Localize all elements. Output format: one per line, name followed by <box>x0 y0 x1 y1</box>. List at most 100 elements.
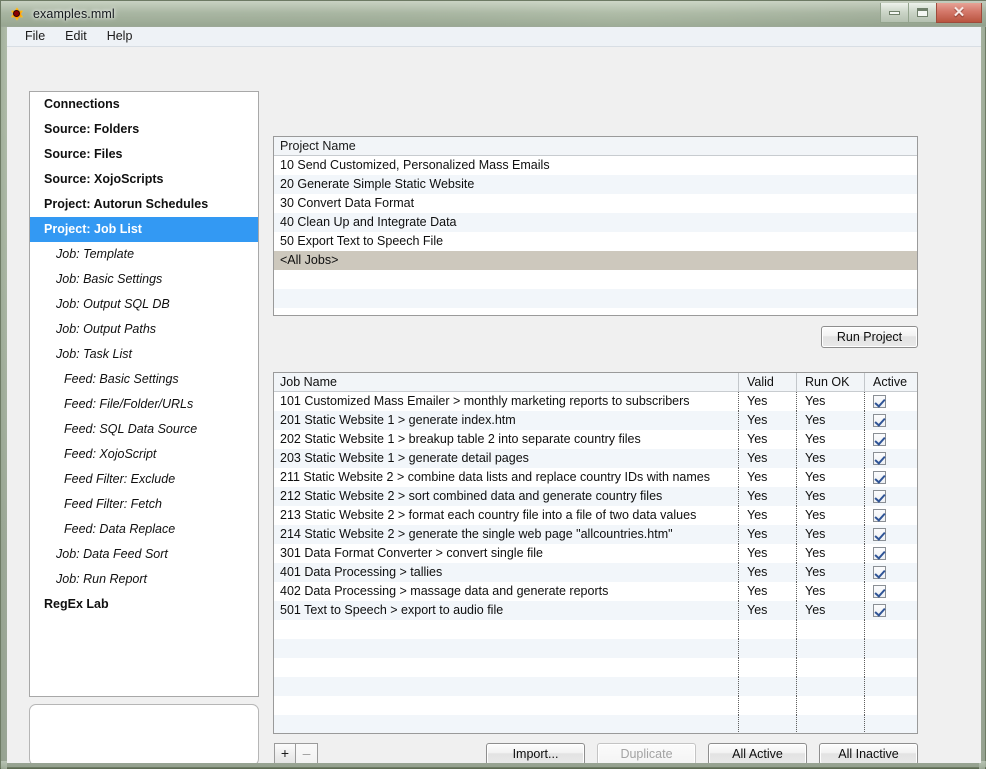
minimize-button[interactable] <box>880 3 909 23</box>
project-list-item[interactable]: 30 Convert Data Format <box>274 194 917 213</box>
import-button[interactable]: Import... <box>486 743 585 763</box>
table-row[interactable]: 401 Data Processing > talliesYesYes <box>274 563 917 582</box>
active-checkbox[interactable] <box>873 528 886 541</box>
sidebar-item-label: Connections <box>44 97 120 111</box>
cell-run-ok: Yes <box>796 525 864 544</box>
sidebar-item-source-files[interactable]: Source: Files <box>30 142 258 167</box>
table-row[interactable]: 203 Static Website 1 > generate detail p… <box>274 449 917 468</box>
table-row[interactable]: 202 Static Website 1 > breakup table 2 i… <box>274 430 917 449</box>
project-list-empty-row[interactable] <box>274 289 917 308</box>
table-empty-row[interactable] <box>274 715 917 734</box>
sidebar-item-project-autorun-schedules[interactable]: Project: Autorun Schedules <box>30 192 258 217</box>
menu-edit[interactable]: Edit <box>55 27 97 46</box>
cell-job-name: 301 Data Format Converter > convert sing… <box>274 544 738 563</box>
project-list-empty-row[interactable] <box>274 270 917 289</box>
sidebar-item-job-template[interactable]: Job: Template <box>30 242 258 267</box>
all-inactive-button[interactable]: All Inactive <box>819 743 918 763</box>
sidebar-item-job-data-feed-sort[interactable]: Job: Data Feed Sort <box>30 542 258 567</box>
table-empty-row[interactable] <box>274 639 917 658</box>
active-checkbox[interactable] <box>873 604 886 617</box>
active-checkbox[interactable] <box>873 585 886 598</box>
cell-active[interactable] <box>864 430 917 449</box>
sidebar-item-feed-xojoscript[interactable]: Feed: XojoScript <box>30 442 258 467</box>
run-project-button[interactable]: Run Project <box>821 326 918 348</box>
cell-job-name <box>274 639 738 658</box>
active-checkbox[interactable] <box>873 566 886 579</box>
table-row[interactable]: 211 Static Website 2 > combine data list… <box>274 468 917 487</box>
table-row[interactable]: 212 Static Website 2 > sort combined dat… <box>274 487 917 506</box>
table-empty-row[interactable] <box>274 677 917 696</box>
cell-active[interactable] <box>864 525 917 544</box>
project-list-item[interactable]: 10 Send Customized, Personalized Mass Em… <box>274 156 917 175</box>
sidebar-item-feed-filter-exclude[interactable]: Feed Filter: Exclude <box>30 467 258 492</box>
active-checkbox[interactable] <box>873 395 886 408</box>
cell-active[interactable] <box>864 506 917 525</box>
cell-active[interactable] <box>864 563 917 582</box>
job-table[interactable]: Job NameValidRun OKActive101 Customized … <box>273 372 918 734</box>
table-row[interactable]: 402 Data Processing > massage data and g… <box>274 582 917 601</box>
all-active-button[interactable]: All Active <box>708 743 807 763</box>
sidebar-item-label: RegEx Lab <box>44 597 109 611</box>
sidebar-item-project-job-list[interactable]: Project: Job List <box>30 217 258 242</box>
sidebar-item-job-run-report[interactable]: Job: Run Report <box>30 567 258 592</box>
menu-file[interactable]: File <box>15 27 55 46</box>
active-checkbox[interactable] <box>873 452 886 465</box>
sidebar-item-feed-filter-fetch[interactable]: Feed Filter: Fetch <box>30 492 258 517</box>
cell-active[interactable] <box>864 411 917 430</box>
cell-run-ok <box>796 696 864 715</box>
title-bar[interactable]: examples.mml ✕ <box>1 1 986 27</box>
project-list-empty-row[interactable] <box>274 308 917 316</box>
sidebar-item-label: Project: Job List <box>44 222 142 236</box>
cell-active[interactable] <box>864 468 917 487</box>
sidebar-item-feed-basic-settings[interactable]: Feed: Basic Settings <box>30 367 258 392</box>
sidebar-item-connections[interactable]: Connections <box>30 92 258 117</box>
cell-active[interactable] <box>864 544 917 563</box>
close-button[interactable]: ✕ <box>936 3 982 23</box>
project-list[interactable]: Project Name10 Send Customized, Personal… <box>273 136 918 316</box>
cell-active[interactable] <box>864 601 917 620</box>
active-checkbox[interactable] <box>873 490 886 503</box>
sidebar-item-job-output-sql-db[interactable]: Job: Output SQL DB <box>30 292 258 317</box>
add-job-button[interactable]: + <box>274 743 296 763</box>
cell-active[interactable] <box>864 392 917 411</box>
sidebar-item-feed-file-folder-urls[interactable]: Feed: File/Folder/URLs <box>30 392 258 417</box>
table-empty-row[interactable] <box>274 696 917 715</box>
maximize-button[interactable] <box>908 3 937 23</box>
sidebar-item-job-task-list[interactable]: Job: Task List <box>30 342 258 367</box>
project-list-item[interactable]: <All Jobs> <box>274 251 917 270</box>
cell-run-ok: Yes <box>796 449 864 468</box>
cell-run-ok: Yes <box>796 582 864 601</box>
cell-active[interactable] <box>864 582 917 601</box>
cell-active[interactable] <box>864 449 917 468</box>
cell-run-ok <box>796 639 864 658</box>
remove-job-button[interactable]: – <box>296 743 318 763</box>
sidebar-item-job-basic-settings[interactable]: Job: Basic Settings <box>30 267 258 292</box>
sidebar-item-regex-lab[interactable]: RegEx Lab <box>30 592 258 617</box>
project-list-item[interactable]: 40 Clean Up and Integrate Data <box>274 213 917 232</box>
active-checkbox[interactable] <box>873 471 886 484</box>
cell-active[interactable] <box>864 487 917 506</box>
table-row[interactable]: 201 Static Website 1 > generate index.ht… <box>274 411 917 430</box>
sidebar-item-feed-sql-data-source[interactable]: Feed: SQL Data Source <box>30 417 258 442</box>
active-checkbox[interactable] <box>873 414 886 427</box>
navigation-sidebar[interactable]: Connections Source: FoldersSource: FilesS… <box>29 91 259 697</box>
sidebar-item-source-folders[interactable]: Source: Folders <box>30 117 258 142</box>
table-row[interactable]: 101 Customized Mass Emailer > monthly ma… <box>274 392 917 411</box>
table-row[interactable]: 213 Static Website 2 > format each count… <box>274 506 917 525</box>
table-row[interactable]: 214 Static Website 2 > generate the sing… <box>274 525 917 544</box>
cell-job-name: 212 Static Website 2 > sort combined dat… <box>274 487 738 506</box>
table-row[interactable]: 501 Text to Speech > export to audio fil… <box>274 601 917 620</box>
project-list-item[interactable]: 20 Generate Simple Static Website <box>274 175 917 194</box>
sidebar-item-job-output-paths[interactable]: Job: Output Paths <box>30 317 258 342</box>
table-empty-row[interactable] <box>274 658 917 677</box>
project-list-item[interactable]: 50 Export Text to Speech File <box>274 232 917 251</box>
active-checkbox[interactable] <box>873 509 886 522</box>
active-checkbox[interactable] <box>873 433 886 446</box>
table-empty-row[interactable] <box>274 620 917 639</box>
sidebar-item-feed-data-replace[interactable]: Feed: Data Replace <box>30 517 258 542</box>
sidebar-item-label: Feed: XojoScript <box>64 447 156 461</box>
menu-help[interactable]: Help <box>97 27 143 46</box>
table-row[interactable]: 301 Data Format Converter > convert sing… <box>274 544 917 563</box>
active-checkbox[interactable] <box>873 547 886 560</box>
sidebar-item-source-xojoscripts[interactable]: Source: XojoScripts <box>30 167 258 192</box>
